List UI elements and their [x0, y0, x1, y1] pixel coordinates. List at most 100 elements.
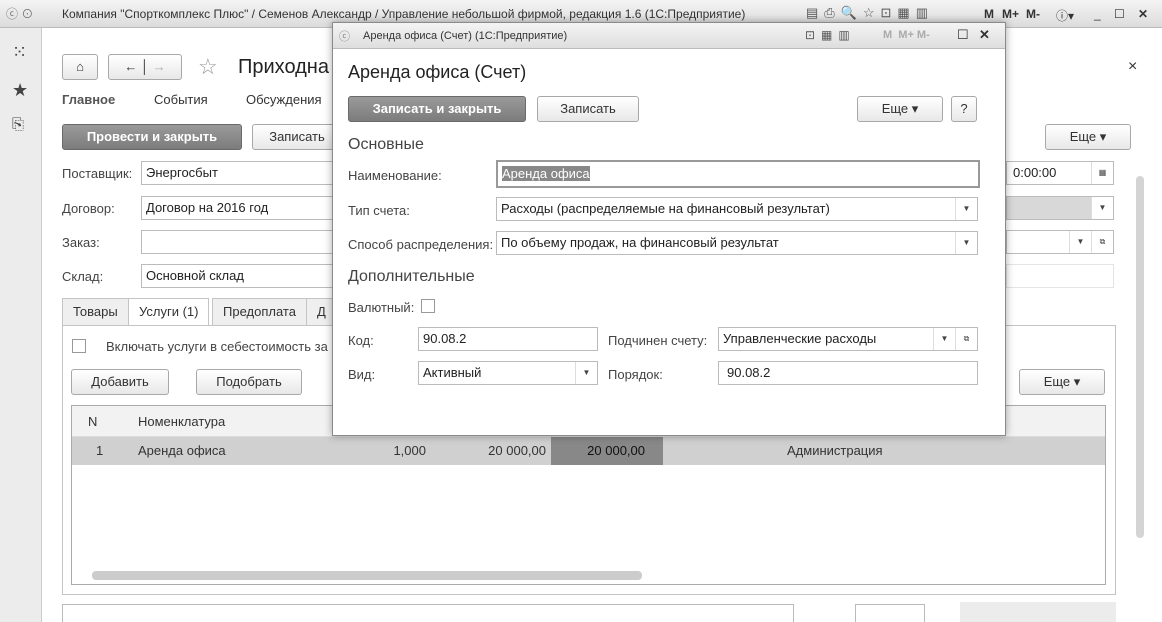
dropdown-icon[interactable]: ▼	[955, 198, 977, 220]
info-icon[interactable]: ⓘ▾	[1056, 7, 1074, 24]
contract-label: Договор:	[62, 201, 115, 216]
more-button[interactable]: Еще ▾	[1045, 124, 1131, 150]
tab-services[interactable]: Услуги (1)	[128, 298, 210, 326]
maximize-icon[interactable]: ☐	[1114, 7, 1125, 21]
dialog-more-label: Еще	[881, 101, 909, 116]
more-label: Еще	[1069, 129, 1097, 144]
kind-field[interactable]: Активный ▼	[418, 361, 598, 385]
parent-field[interactable]: Управленческие расходы ▼ ⧉	[718, 327, 978, 351]
document-close-icon[interactable]: ×	[1128, 58, 1137, 76]
dropdown-icon[interactable]: ▼	[955, 232, 977, 254]
dialog-close-icon[interactable]: ✕	[979, 27, 990, 43]
dropdown-icon[interactable]: ▼	[1069, 231, 1091, 253]
warehouse-right-field	[1006, 264, 1114, 288]
nav-tab-events[interactable]: События	[154, 92, 208, 107]
bottom-field[interactable]	[855, 604, 925, 622]
post-close-button[interactable]: Провести и закрыть	[62, 124, 242, 150]
toolbar-icons[interactable]: ▤⎙🔍☆⊡▦▥	[806, 5, 934, 21]
date-field[interactable]: 0:00:00 ▦	[1006, 161, 1114, 185]
back-forward-buttons[interactable]: ← │ →	[108, 54, 182, 80]
dialog-toolbar-icons[interactable]: ⊡▦▥	[805, 28, 856, 42]
minimize-icon[interactable]: _	[1094, 7, 1101, 21]
vertical-scrollbar[interactable]	[1136, 176, 1144, 538]
row-sum[interactable]: 20 000,00	[551, 437, 663, 465]
distribution-label: Способ распределения:	[348, 237, 494, 252]
tab-prepayment[interactable]: Предоплата	[212, 298, 307, 326]
table-more-label: Еще	[1043, 374, 1071, 389]
name-label: Наименование:	[348, 168, 442, 183]
section-extra: Дополнительные	[348, 268, 475, 285]
table-more-button[interactable]: Еще ▾	[1019, 369, 1105, 395]
currency-label: Валютный:	[348, 300, 415, 315]
row-n: 1	[96, 443, 104, 458]
open-icon[interactable]: ⧉	[955, 328, 977, 350]
order-right-field[interactable]: ▼ ⧉	[1006, 230, 1114, 254]
dialog-more-button[interactable]: Еще ▾	[857, 96, 943, 122]
name-field[interactable]: Аренда офиса	[496, 160, 980, 188]
kind-label: Вид:	[348, 367, 376, 382]
kind-value: Активный	[423, 365, 482, 380]
m-plus-button[interactable]: M+	[1002, 7, 1019, 21]
type-field[interactable]: Расходы (распределяемые на финансовый ре…	[496, 197, 978, 221]
calendar-icon[interactable]: ▦	[1091, 162, 1113, 184]
dialog-title-bar: ⓒ Аренда офиса (Счет) (1С:Предприятие) ⊡…	[333, 23, 1005, 49]
sidebar: ⁙ ★ ⎘	[0, 28, 42, 622]
contract-field[interactable]: Договор на 2016 год	[141, 196, 341, 220]
open-icon[interactable]: ⧉	[1091, 231, 1113, 253]
contract-right-field[interactable]: ▼	[1006, 196, 1114, 220]
dropdown-icon[interactable]: ▼	[1091, 197, 1113, 219]
order-field[interactable]	[141, 230, 341, 254]
header-nomenclature: Номенклатура	[138, 414, 226, 429]
tab-goods[interactable]: Товары	[62, 298, 129, 326]
order-field[interactable]: 90.08.2	[718, 361, 978, 385]
comment-field[interactable]	[62, 604, 794, 622]
save-button[interactable]: Записать	[252, 124, 342, 150]
dialog-maximize-icon[interactable]: ☐	[957, 27, 969, 43]
favorite-star-icon[interactable]: ☆	[198, 54, 218, 80]
distribution-value: По объему продаж, на финансовый результа…	[501, 235, 779, 250]
close-icon[interactable]: ✕	[1138, 7, 1148, 21]
distribution-field[interactable]: По объему продаж, на финансовый результа…	[496, 231, 978, 255]
include-services-checkbox[interactable]	[72, 339, 86, 353]
row-qty: 1,000	[393, 443, 426, 458]
parent-value: Управленческие расходы	[723, 331, 877, 346]
supplier-label: Поставщик:	[62, 166, 133, 181]
save-close-button[interactable]: Записать и закрыть	[348, 96, 526, 122]
account-dialog: ⓒ Аренда офиса (Счет) (1С:Предприятие) ⊡…	[332, 22, 1006, 436]
date-value: 0:00:00	[1013, 165, 1057, 180]
menu-grid-icon[interactable]: ⁙	[12, 42, 27, 63]
header-n: N	[88, 414, 98, 429]
row-department: Администрация	[787, 443, 883, 458]
parent-label: Подчинен счету:	[608, 333, 708, 348]
section-main: Основные	[348, 136, 424, 153]
m-button[interactable]: M	[984, 7, 994, 21]
currency-checkbox[interactable]	[421, 299, 435, 313]
code-field[interactable]: 90.08.2	[418, 327, 598, 351]
favorites-star-icon[interactable]: ★	[12, 80, 28, 101]
warehouse-field[interactable]: Основной склад	[141, 264, 341, 288]
app-logo-icon[interactable]: ⓒ ⊙	[6, 5, 33, 22]
m-minus-button[interactable]: M-	[1026, 7, 1040, 21]
dialog-heading: Аренда офиса (Счет)	[348, 62, 527, 82]
dropdown-icon[interactable]: ▼	[933, 328, 955, 350]
horizontal-scrollbar[interactable]	[92, 571, 642, 580]
order-label: Порядок:	[608, 367, 663, 382]
help-button[interactable]: ?	[951, 96, 977, 122]
pick-button[interactable]: Подобрать	[196, 369, 302, 395]
document-title: Приходна	[238, 56, 329, 78]
add-button[interactable]: Добавить	[71, 369, 169, 395]
code-label: Код:	[348, 333, 374, 348]
type-value: Расходы (распределяемые на финансовый ре…	[501, 201, 830, 216]
home-button[interactable]: ⌂	[62, 54, 98, 80]
dropdown-icon[interactable]: ▼	[575, 362, 597, 384]
row-name: Аренда офиса	[138, 443, 226, 458]
nav-tab-discussions[interactable]: Обсуждения	[246, 92, 322, 107]
dialog-window-title: Аренда офиса (Счет) (1С:Предприятие)	[363, 30, 568, 42]
supplier-field[interactable]: Энергосбыт	[141, 161, 341, 185]
history-icon[interactable]: ⎘	[12, 116, 24, 133]
dialog-m-buttons[interactable]: M M+ M-	[883, 29, 930, 41]
dialog-save-button[interactable]: Записать	[537, 96, 639, 122]
type-label: Тип счета:	[348, 203, 410, 218]
name-value: Аренда офиса	[502, 166, 590, 181]
nav-tab-main[interactable]: Главное	[62, 92, 115, 107]
